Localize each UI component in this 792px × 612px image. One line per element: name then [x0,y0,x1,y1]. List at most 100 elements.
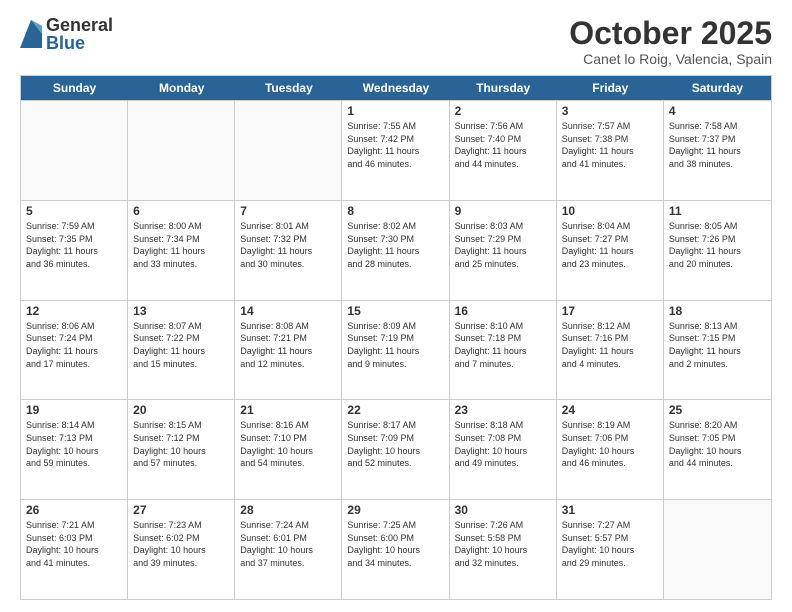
header: General Blue October 2025 Canet lo Roig,… [20,16,772,67]
calendar-row-2: 5Sunrise: 7:59 AM Sunset: 7:35 PM Daylig… [21,200,771,300]
cal-cell-2-3: 7 Sunrise: 8:01 AM Sunset: 7:32 PM Daylig… [235,201,342,300]
day-info: Sunrise: 7:27 AM Sunset: 5:57 PM Dayligh… [562,519,658,569]
logo: General Blue [20,16,113,52]
day-number: 24 [562,403,658,417]
cal-cell-4-3: 21 Sunrise: 8:16 AM Sunset: 7:10 PM Dayli… [235,400,342,499]
day-info: Sunrise: 8:03 AM Sunset: 7:29 PM Dayligh… [455,220,551,270]
calendar-row-5: 26 Sunrise: 7:21 AM Sunset: 6:03 PM Dayli… [21,499,771,599]
day-number: 9 [455,204,551,218]
day-number: 12 [26,304,122,318]
day-number: 1 [347,104,443,118]
header-monday: Monday [128,76,235,100]
day-info: Sunrise: 7:56 AM Sunset: 7:40 PM Dayligh… [455,120,551,170]
cal-cell-1-2 [128,101,235,200]
day-info: Sunrise: 8:14 AM Sunset: 7:13 PM Dayligh… [26,419,122,469]
day-info: Sunrise: 8:13 AM Sunset: 7:15 PM Dayligh… [669,320,766,370]
cal-cell-4-2: 20 Sunrise: 8:15 AM Sunset: 7:12 PM Dayli… [128,400,235,499]
cal-cell-3-1: 12 Sunrise: 8:06 AM Sunset: 7:24 PM Dayli… [21,301,128,400]
header-wednesday: Wednesday [342,76,449,100]
day-info: Sunrise: 8:01 AM Sunset: 7:32 PM Dayligh… [240,220,336,270]
calendar-row-3: 12 Sunrise: 8:06 AM Sunset: 7:24 PM Dayli… [21,300,771,400]
cal-cell-1-3 [235,101,342,200]
cal-cell-1-7: 4Sunrise: 7:58 AM Sunset: 7:37 PM Daylig… [664,101,771,200]
cal-cell-3-3: 14Sunrise: 8:08 AM Sunset: 7:21 PM Dayli… [235,301,342,400]
cal-cell-5-1: 26 Sunrise: 7:21 AM Sunset: 6:03 PM Dayli… [21,500,128,599]
day-number: 5 [26,204,122,218]
day-number: 27 [133,503,229,517]
logo-blue: Blue [46,34,113,52]
day-number: 18 [669,304,766,318]
day-number: 28 [240,503,336,517]
calendar-header: Sunday Monday Tuesday Wednesday Thursday… [21,76,771,100]
cal-cell-5-3: 28 Sunrise: 7:24 AM Sunset: 6:01 PM Dayli… [235,500,342,599]
day-info: Sunrise: 8:12 AM Sunset: 7:16 PM Dayligh… [562,320,658,370]
day-number: 19 [26,403,122,417]
day-info: Sunrise: 7:26 AM Sunset: 5:58 PM Dayligh… [455,519,551,569]
header-tuesday: Tuesday [235,76,342,100]
cal-cell-3-7: 18 Sunrise: 8:13 AM Sunset: 7:15 PM Dayli… [664,301,771,400]
cal-cell-5-4: 29Sunrise: 7:25 AM Sunset: 6:00 PM Dayli… [342,500,449,599]
cal-cell-3-2: 13 Sunrise: 8:07 AM Sunset: 7:22 PM Dayli… [128,301,235,400]
cal-cell-3-6: 17 Sunrise: 8:12 AM Sunset: 7:16 PM Dayli… [557,301,664,400]
cal-cell-1-5: 2 Sunrise: 7:56 AM Sunset: 7:40 PM Daylig… [450,101,557,200]
day-info: Sunrise: 7:23 AM Sunset: 6:02 PM Dayligh… [133,519,229,569]
day-info: Sunrise: 8:02 AM Sunset: 7:30 PM Dayligh… [347,220,443,270]
month-title: October 2025 [569,16,772,51]
location: Canet lo Roig, Valencia, Spain [569,51,772,67]
day-number: 15 [347,304,443,318]
header-friday: Friday [557,76,664,100]
day-info: Sunrise: 7:58 AM Sunset: 7:37 PM Dayligh… [669,120,766,170]
cal-cell-3-4: 15Sunrise: 8:09 AM Sunset: 7:19 PM Dayli… [342,301,449,400]
day-number: 25 [669,403,766,417]
cal-cell-2-2: 6Sunrise: 8:00 AM Sunset: 7:34 PM Daylig… [128,201,235,300]
calendar: Sunday Monday Tuesday Wednesday Thursday… [20,75,772,600]
day-number: 7 [240,204,336,218]
day-info: Sunrise: 8:06 AM Sunset: 7:24 PM Dayligh… [26,320,122,370]
calendar-row-1: 1Sunrise: 7:55 AM Sunset: 7:42 PM Daylig… [21,100,771,200]
header-thursday: Thursday [450,76,557,100]
day-number: 30 [455,503,551,517]
day-info: Sunrise: 8:16 AM Sunset: 7:10 PM Dayligh… [240,419,336,469]
cal-cell-2-1: 5Sunrise: 7:59 AM Sunset: 7:35 PM Daylig… [21,201,128,300]
day-number: 31 [562,503,658,517]
cal-cell-1-4: 1Sunrise: 7:55 AM Sunset: 7:42 PM Daylig… [342,101,449,200]
cal-cell-2-7: 11Sunrise: 8:05 AM Sunset: 7:26 PM Dayli… [664,201,771,300]
day-number: 11 [669,204,766,218]
cal-cell-2-5: 9 Sunrise: 8:03 AM Sunset: 7:29 PM Daylig… [450,201,557,300]
day-info: Sunrise: 8:20 AM Sunset: 7:05 PM Dayligh… [669,419,766,469]
day-number: 22 [347,403,443,417]
day-info: Sunrise: 8:15 AM Sunset: 7:12 PM Dayligh… [133,419,229,469]
day-number: 23 [455,403,551,417]
day-number: 2 [455,104,551,118]
day-number: 13 [133,304,229,318]
cal-cell-4-6: 24Sunrise: 8:19 AM Sunset: 7:06 PM Dayli… [557,400,664,499]
day-number: 16 [455,304,551,318]
logo-general: General [46,16,113,34]
calendar-body: 1Sunrise: 7:55 AM Sunset: 7:42 PM Daylig… [21,100,771,599]
day-number: 26 [26,503,122,517]
day-info: Sunrise: 8:17 AM Sunset: 7:09 PM Dayligh… [347,419,443,469]
cal-cell-1-6: 3Sunrise: 7:57 AM Sunset: 7:38 PM Daylig… [557,101,664,200]
cal-cell-4-4: 22 Sunrise: 8:17 AM Sunset: 7:09 PM Dayli… [342,400,449,499]
day-info: Sunrise: 8:18 AM Sunset: 7:08 PM Dayligh… [455,419,551,469]
day-number: 20 [133,403,229,417]
page: General Blue October 2025 Canet lo Roig,… [0,0,792,612]
day-number: 17 [562,304,658,318]
cal-cell-5-5: 30 Sunrise: 7:26 AM Sunset: 5:58 PM Dayli… [450,500,557,599]
day-info: Sunrise: 8:07 AM Sunset: 7:22 PM Dayligh… [133,320,229,370]
day-info: Sunrise: 7:21 AM Sunset: 6:03 PM Dayligh… [26,519,122,569]
day-number: 8 [347,204,443,218]
cal-cell-4-5: 23 Sunrise: 8:18 AM Sunset: 7:08 PM Dayli… [450,400,557,499]
cal-cell-5-2: 27 Sunrise: 7:23 AM Sunset: 6:02 PM Dayli… [128,500,235,599]
cal-cell-2-4: 8 Sunrise: 8:02 AM Sunset: 7:30 PM Daylig… [342,201,449,300]
day-info: Sunrise: 8:04 AM Sunset: 7:27 PM Dayligh… [562,220,658,270]
day-number: 29 [347,503,443,517]
day-info: Sunrise: 7:24 AM Sunset: 6:01 PM Dayligh… [240,519,336,569]
header-saturday: Saturday [664,76,771,100]
day-number: 21 [240,403,336,417]
cal-cell-4-7: 25 Sunrise: 8:20 AM Sunset: 7:05 PM Dayli… [664,400,771,499]
cal-cell-5-7 [664,500,771,599]
logo-icon [20,20,42,48]
day-number: 10 [562,204,658,218]
day-info: Sunrise: 8:00 AM Sunset: 7:34 PM Dayligh… [133,220,229,270]
